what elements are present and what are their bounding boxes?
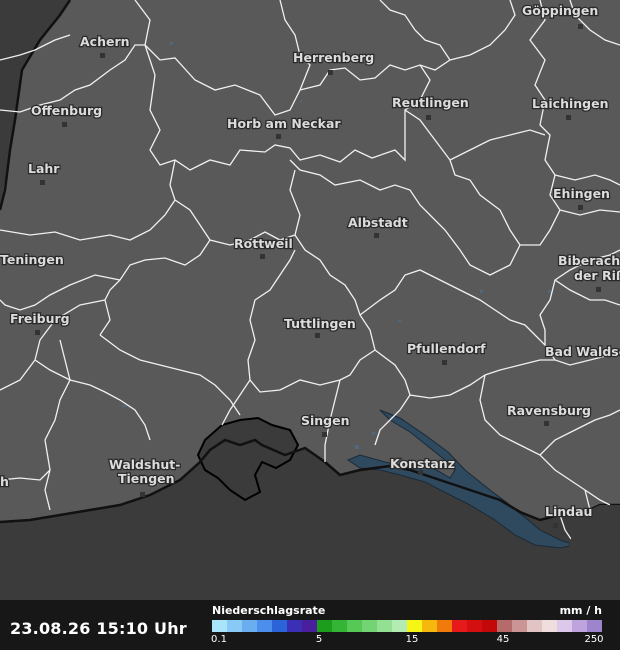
city-label-singen: Singen: [301, 413, 350, 428]
legend-color-swatch: [362, 620, 377, 632]
legend-color-swatch: [482, 620, 497, 632]
city-label-ehingen: Ehingen: [553, 186, 610, 201]
city-label-bad-waldsee: Bad Waldsee: [545, 344, 620, 359]
city-label-laichingen: Laichingen: [532, 96, 609, 111]
city-label-tuttlingen: Tuttlingen: [284, 316, 356, 331]
legend-color-swatch: [497, 620, 512, 632]
city-label-freiburg: Freiburg: [10, 311, 70, 326]
city-label-ravensburg: Ravensburg: [507, 403, 591, 418]
legend-color-swatch: [347, 620, 362, 632]
city-label-teningen: Teningen: [0, 252, 64, 267]
legend-color-swatch: [437, 620, 452, 632]
city-label-goeppingen: Göppingen: [522, 3, 598, 18]
legend-color-scale: [212, 620, 602, 632]
city-label-der-riss: der Riß: [574, 268, 620, 283]
legend-color-swatch: [257, 620, 272, 632]
legend-color-swatch: [512, 620, 527, 632]
legend-color-swatch: [392, 620, 407, 632]
legend-color-swatch: [287, 620, 302, 632]
legend-tick: 45: [496, 634, 510, 645]
legend-color-swatch: [242, 620, 257, 632]
city-label-waldshut: Waldshut-: [109, 457, 180, 472]
precipitation-map[interactable]: Göppingen Achern Herrenberg Offenburg Re…: [0, 0, 620, 600]
city-label-herrenberg: Herrenberg: [293, 50, 374, 65]
legend-color-swatch: [422, 620, 437, 632]
city-label-albstadt: Albstadt: [348, 215, 408, 230]
city-label-edge-h: h: [0, 474, 9, 489]
city-label-offenburg: Offenburg: [31, 103, 102, 118]
legend-tick: 5: [315, 634, 323, 645]
legend-tick: 250: [584, 634, 604, 645]
legend-color-swatch: [452, 620, 467, 632]
city-label-reutlingen: Reutlingen: [392, 95, 469, 110]
radar-map-view: Göppingen Achern Herrenberg Offenburg Re…: [0, 0, 620, 650]
city-label-horb: Horb am Neckar: [227, 116, 341, 131]
legend-color-swatch: [557, 620, 572, 632]
legend-color-swatch: [227, 620, 242, 632]
legend-tick: 15: [405, 634, 419, 645]
legend-tick: 0.1: [211, 634, 227, 645]
legend-color-swatch: [302, 620, 317, 632]
legend-color-swatch: [212, 620, 227, 632]
legend-color-swatch: [317, 620, 332, 632]
legend-color-swatch: [467, 620, 482, 632]
legend-title: Niederschlagsrate: [212, 604, 326, 617]
legend-color-swatch: [587, 620, 602, 632]
legend-color-swatch: [377, 620, 392, 632]
city-label-biberach: Biberach: [558, 253, 620, 268]
footer-bar: 23.08.26 15:10 Uhr Niederschlagsrate mm …: [0, 600, 620, 650]
city-label-tiengen: Tiengen: [118, 471, 175, 486]
city-label-rottweil: Rottweil: [234, 236, 293, 251]
city-label-pfullendorf: Pfullendorf: [407, 341, 486, 356]
legend-color-swatch: [572, 620, 587, 632]
legend-unit: mm / h: [559, 604, 602, 617]
city-label-lahr: Lahr: [28, 161, 60, 176]
timestamp: 23.08.26 15:10 Uhr: [10, 619, 187, 638]
legend-color-swatch: [407, 620, 422, 632]
legend-color-swatch: [332, 620, 347, 632]
legend-color-swatch: [527, 620, 542, 632]
legend-color-swatch: [542, 620, 557, 632]
city-label-konstanz: Konstanz: [390, 456, 455, 471]
region-land: [0, 0, 620, 522]
legend-color-swatch: [272, 620, 287, 632]
city-label-lindau: Lindau: [545, 504, 592, 519]
city-label-achern: Achern: [80, 34, 130, 49]
